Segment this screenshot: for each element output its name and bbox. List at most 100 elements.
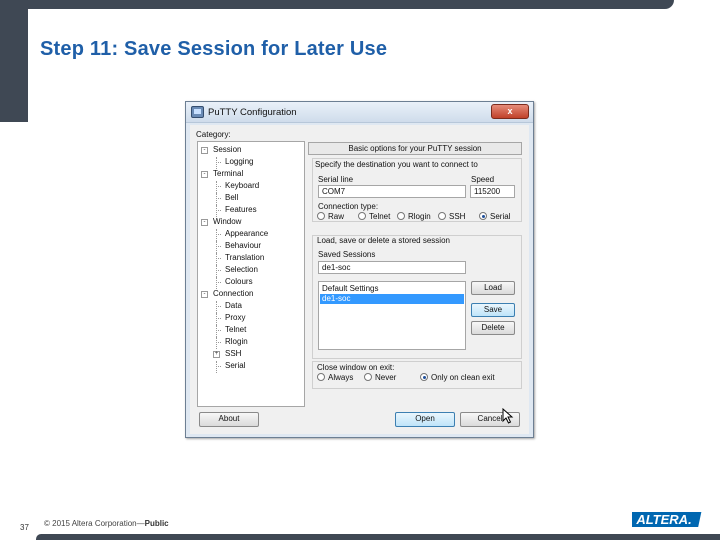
load-save-label: Load, save or delete a stored session — [317, 236, 450, 245]
slide-decoration-left — [0, 0, 28, 122]
tree-item[interactable]: Behaviour — [225, 241, 261, 251]
tree-connector — [216, 265, 217, 277]
saved-sessions-input[interactable]: de1-soc — [318, 261, 466, 274]
tree-item[interactable]: Window — [213, 217, 241, 227]
tree-item[interactable]: Logging — [225, 157, 253, 167]
radio-button-icon[interactable] — [317, 212, 325, 220]
radio-option[interactable]: Telnet — [358, 212, 390, 222]
open-button[interactable]: Open — [395, 412, 455, 427]
tree-connector — [216, 229, 217, 241]
radio-button-icon[interactable] — [317, 373, 325, 381]
tree-item[interactable]: Terminal — [213, 169, 243, 179]
radio-button-icon[interactable] — [364, 373, 372, 381]
radio-label: Only on clean exit — [431, 373, 495, 382]
radio-option[interactable]: Rlogin — [397, 212, 431, 222]
tree-expander-icon[interactable]: - — [201, 291, 208, 298]
tree-connector — [216, 241, 217, 253]
radio-option[interactable]: Raw — [317, 212, 344, 222]
radio-button-icon[interactable] — [438, 212, 446, 220]
radio-button-icon[interactable] — [420, 373, 428, 381]
category-tree[interactable]: - Session Logging - Terminal Keyboard Bell Feat… — [197, 141, 305, 407]
connection-type-label: Connection type: — [318, 202, 379, 211]
tree-item[interactable]: Serial — [225, 361, 245, 371]
mouse-cursor-icon — [502, 408, 514, 424]
footer-bar — [36, 534, 720, 540]
page-number: 37 — [20, 523, 29, 532]
radio-button-icon[interactable] — [397, 212, 405, 220]
radio-label: Never — [375, 373, 397, 382]
tree-item[interactable]: Keyboard — [225, 181, 259, 191]
tree-connector — [216, 277, 217, 289]
radio-option[interactable]: Only on clean exit — [420, 373, 495, 383]
tree-item[interactable]: Colours — [225, 277, 253, 287]
tree-connector — [216, 181, 217, 193]
putty-config-window: PuTTY Configuration x Category: - Session… — [185, 101, 534, 438]
altera-logo: ALTERA. — [632, 512, 702, 527]
saved-sessions-label: Saved Sessions — [318, 250, 376, 259]
logo-text: ALTERA. — [635, 512, 691, 527]
tree-expander-icon[interactable]: - — [201, 171, 208, 178]
tree-expander-icon[interactable]: - — [201, 219, 208, 226]
tree-item[interactable]: Translation — [225, 253, 264, 263]
category-label: Category: — [196, 130, 231, 139]
saved-sessions-list[interactable]: Default Settings de1-soc — [318, 281, 466, 350]
radio-option[interactable]: Never — [364, 373, 396, 383]
tree-item[interactable]: Selection — [225, 265, 258, 275]
saved-session-item[interactable]: de1-soc — [320, 294, 464, 304]
footer-copyright: © 2015 Altera Corporation—Public — [44, 519, 169, 528]
tree-item[interactable]: Session — [213, 145, 241, 155]
tree-connector — [216, 193, 217, 205]
tree-item[interactable]: Bell — [225, 193, 238, 203]
copyright-text: © 2015 Altera Corporation— — [44, 519, 145, 528]
radio-label: Raw — [328, 212, 345, 221]
slide-decoration-top — [28, 0, 674, 9]
serial-line-label: Serial line — [318, 175, 354, 184]
radio-label: SSH — [449, 212, 466, 221]
radio-label: Serial — [490, 212, 511, 221]
radio-option[interactable]: Always — [317, 373, 353, 383]
delete-button[interactable]: Delete — [471, 321, 515, 335]
window-titlebar[interactable]: PuTTY Configuration x — [186, 102, 533, 123]
about-button[interactable]: About — [199, 412, 259, 427]
speed-label: Speed — [471, 175, 495, 184]
radio-label: Always — [328, 373, 354, 382]
tree-connector — [216, 313, 217, 325]
close-button[interactable]: x — [491, 104, 529, 119]
window-client-area: Category: - Session Logging - Terminal Keyboa… — [190, 125, 529, 434]
tree-item[interactable]: Proxy — [225, 313, 245, 323]
radio-option[interactable]: SSH — [438, 212, 465, 222]
tree-item[interactable]: Telnet — [225, 325, 246, 335]
radio-button-icon[interactable] — [358, 212, 366, 220]
public-text: Public — [144, 519, 169, 528]
radio-option[interactable]: Serial — [479, 212, 510, 222]
tree-connector — [216, 157, 217, 169]
serial-line-input[interactable]: COM7 — [318, 185, 466, 198]
tree-item[interactable]: Data — [225, 301, 242, 311]
tree-connector — [216, 253, 217, 265]
tree-expander-icon[interactable]: - — [201, 147, 208, 154]
radio-label: Rlogin — [408, 212, 431, 221]
save-button[interactable]: Save — [471, 303, 515, 317]
tree-expander-icon[interactable]: + — [213, 351, 220, 358]
panel-header: Basic options for your PuTTY session — [308, 142, 522, 155]
tree-connector — [216, 337, 217, 349]
tree-connector — [216, 205, 217, 217]
tree-connector — [216, 301, 217, 313]
speed-input[interactable]: 115200 — [470, 185, 515, 198]
saved-session-item[interactable]: Default Settings — [320, 284, 464, 294]
tree-item[interactable]: Rlogin — [225, 337, 248, 347]
radio-button-icon[interactable] — [479, 212, 487, 220]
tree-connector — [216, 361, 217, 373]
tree-item[interactable]: Features — [225, 205, 257, 215]
load-button[interactable]: Load — [471, 281, 515, 295]
slide-title: Step 11: Save Session for Later Use — [40, 38, 388, 60]
close-window-label: Close window on exit: — [317, 363, 395, 372]
destination-label: Specify the destination you want to conn… — [315, 160, 478, 169]
tree-item[interactable]: SSH — [225, 349, 241, 359]
window-title: PuTTY Configuration — [208, 107, 297, 118]
tree-item[interactable]: Connection — [213, 289, 253, 299]
tree-item[interactable]: Appearance — [225, 229, 268, 239]
close-icon: x — [507, 106, 513, 116]
tree-connector — [216, 325, 217, 337]
radio-label: Telnet — [369, 212, 391, 221]
